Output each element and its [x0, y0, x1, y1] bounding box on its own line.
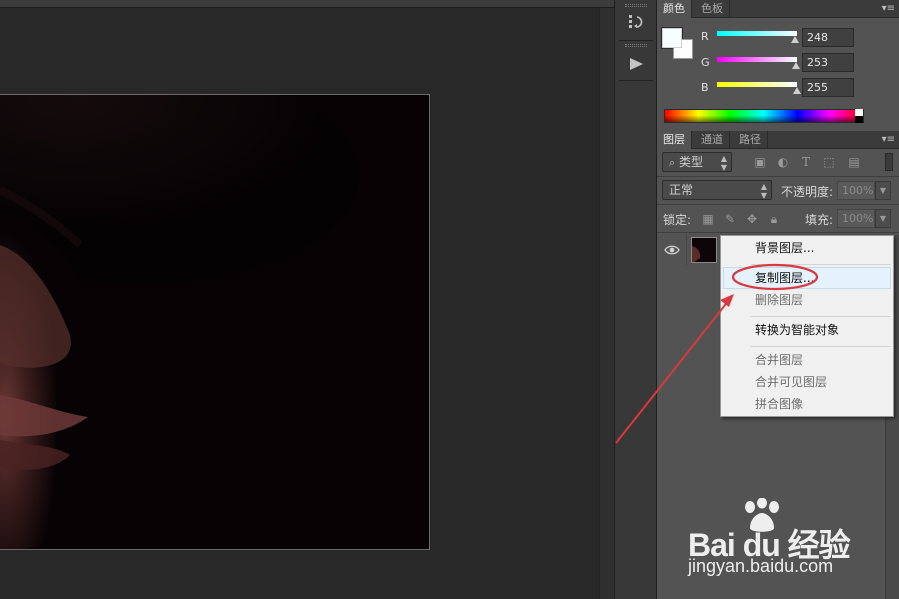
tab-swatches[interactable]: 色板 [695, 0, 730, 18]
layer-context-menu: 背景图层... 复制图层... 删除图层 转换为智能对象 合并图层 合并可见图层… [720, 235, 894, 417]
menu-item-convert-to-smart-object[interactable]: 转换为智能对象 [723, 319, 891, 341]
opacity-label: 不透明度: [781, 185, 834, 199]
channel-b-label: B [701, 81, 709, 94]
channel-r-value[interactable]: 248 [802, 28, 854, 47]
layer-filter-kind-select[interactable]: ⌕ 类型 ▲ ▼ [662, 152, 732, 172]
fill-input[interactable]: 100% [837, 209, 875, 228]
lock-position-icon[interactable]: ✥ [745, 212, 759, 226]
eye-icon [664, 245, 680, 255]
collapsed-panel-dock [614, 0, 657, 599]
channel-g-slider[interactable] [717, 57, 797, 62]
shape-filter-icon[interactable]: ⬚ [822, 155, 836, 169]
dock-grip-top[interactable] [625, 4, 647, 7]
watermark-url: jingyan.baidu.com [688, 556, 834, 576]
baidu-jingyan-watermark: Bai du 经验 jingyan.baidu.com [688, 498, 888, 582]
layer-visibility-toggle[interactable] [657, 235, 687, 265]
black-white-ramp[interactable] [855, 109, 863, 123]
filter-kind-label: 类型 [679, 155, 704, 169]
history-icon[interactable] [621, 10, 651, 36]
foreground-color-swatch-front[interactable] [662, 28, 682, 48]
document-tab-bar [0, 0, 614, 8]
document-workspace [0, 0, 614, 599]
lock-image-icon[interactable]: ✎ [723, 212, 737, 226]
channel-b-knob[interactable] [793, 87, 801, 94]
channel-r-label: R [701, 30, 709, 43]
lock-all-icon[interactable]: 🔒︎ [767, 212, 781, 226]
filter-toggle-switch[interactable] [885, 153, 893, 171]
tab-layers[interactable]: 图层 [657, 131, 692, 149]
menu-item-delete-layer[interactable]: 删除图层 [723, 289, 891, 311]
menu-item-merge-visible[interactable]: 合并可见图层 [723, 371, 891, 393]
dock-grip-middle[interactable] [625, 44, 647, 47]
blend-mode-select[interactable]: 正常 ▲ ▼ [662, 180, 772, 200]
channel-g-label: G [701, 56, 710, 69]
portrait-image [0, 95, 429, 549]
smart-object-filter-icon[interactable]: ▤ [847, 155, 861, 169]
type-filter-icon[interactable]: T [799, 155, 813, 169]
layers-panel-tabs: 图层 通道 路径 ▾≡ [657, 131, 899, 149]
opacity-input[interactable]: 100% [837, 181, 875, 200]
color-panel-tabs: 颜色 色板 ▾≡ [657, 0, 899, 18]
channel-r-slider[interactable] [717, 31, 797, 36]
channel-r-knob[interactable] [790, 36, 799, 43]
lock-transparent-icon[interactable]: ▦ [701, 212, 715, 226]
tab-color[interactable]: 颜色 [657, 0, 692, 18]
search-icon: ⌕ [669, 156, 676, 169]
adjustment-filter-icon[interactable]: ◐ [776, 155, 790, 169]
layers-panel-menu-icon[interactable]: ▾≡ [882, 131, 895, 149]
channel-b-slider[interactable] [717, 82, 797, 87]
panel-menu-icon[interactable]: ▾≡ [882, 0, 895, 18]
blend-mode-value: 正常 [669, 183, 694, 197]
document-canvas[interactable] [0, 94, 430, 550]
fill-dropdown-button[interactable]: ▼ [875, 209, 891, 228]
menu-item-merge-layers[interactable]: 合并图层 [723, 349, 891, 371]
channel-b-value[interactable]: 255 [802, 78, 854, 97]
channel-g-knob[interactable] [792, 62, 801, 69]
layer-thumbnail[interactable] [691, 237, 717, 263]
menu-item-duplicate-layer[interactable]: 复制图层... [723, 267, 891, 289]
color-spectrum-ramp[interactable] [664, 109, 864, 123]
fill-label: 填充: [805, 213, 834, 227]
tab-paths[interactable]: 路径 [733, 131, 768, 149]
channel-g-value[interactable]: 253 [802, 53, 854, 72]
actions-play-icon[interactable] [621, 51, 651, 77]
menu-item-flatten-image[interactable]: 拼合图像 [723, 393, 891, 415]
tab-channels[interactable]: 通道 [695, 131, 730, 149]
lock-label: 锁定: [663, 213, 692, 227]
opacity-dropdown-button[interactable]: ▼ [875, 181, 891, 200]
workspace-vertical-scrollbar[interactable] [599, 8, 614, 599]
image-filter-icon[interactable]: ▣ [753, 155, 767, 169]
menu-item-background-layer[interactable]: 背景图层... [723, 237, 891, 259]
